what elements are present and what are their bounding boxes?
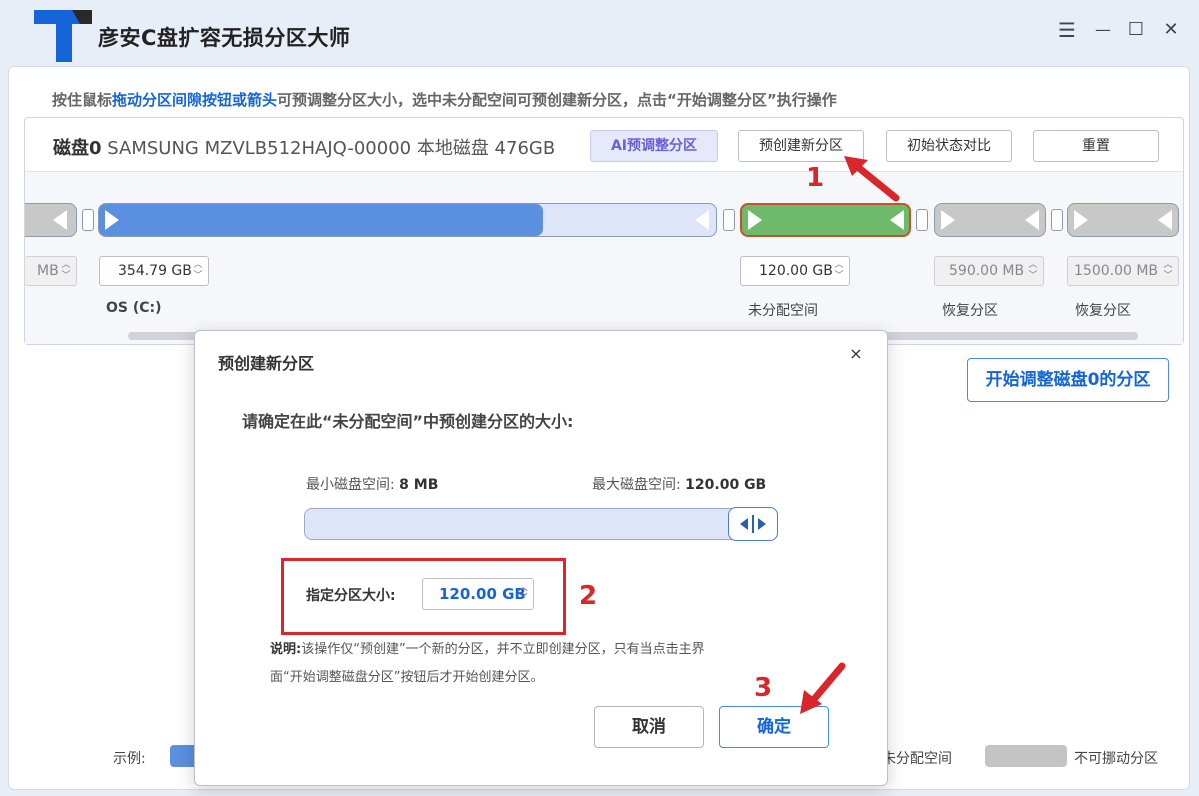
partition-bar-os[interactable]	[98, 203, 717, 237]
spinner-icon: ︿ ﹀	[61, 260, 71, 281]
instruction-suffix: 可预调整分区大小，选中未分配空间可预创建新分区，点击“开始调整分区”执行操作	[277, 91, 837, 109]
size-slider-track[interactable]	[304, 508, 778, 540]
partition-size-value: 120.00 GB	[759, 263, 833, 279]
instruction-text: 按住鼠标拖动分区间隙按钮或箭头可预调整分区大小，选中未分配空间可预创建新分区，点…	[52, 89, 837, 110]
resize-left-icon[interactable]	[53, 210, 67, 230]
maximize-icon[interactable]: ☐	[1123, 16, 1149, 44]
step-marker-1: 1	[806, 163, 825, 193]
partition-size-field-value: 120.00 GB	[439, 585, 526, 603]
menu-icon[interactable]: ☰	[1054, 16, 1080, 44]
disk-label: 磁盘0 SAMSUNG MZVLB512HAJQ-00000 本地磁盘 476G…	[53, 134, 555, 160]
partition-size-input: 1500.00 MB ︿ ﹀	[1067, 256, 1179, 286]
reset-button[interactable]: 重置	[1033, 130, 1159, 162]
partition-size-value: 590.00 MB	[949, 263, 1025, 279]
resize-left-icon[interactable]	[890, 210, 904, 230]
partition-label-recovery-1: 恢复分区	[942, 303, 998, 319]
spinner-icon[interactable]: ︿ ﹀	[192, 260, 204, 282]
partition-size-value: MB	[37, 263, 59, 279]
partition-used-fill	[99, 204, 544, 236]
minimize-icon[interactable]: —	[1090, 16, 1116, 44]
gap-handle[interactable]	[82, 209, 94, 231]
spinner-icon: ︿ ﹀	[1163, 260, 1173, 281]
legend-label: 示例:	[113, 751, 146, 767]
spinner-icon[interactable]: ︿ ﹀	[833, 260, 845, 282]
partition-bar-left[interactable]	[25, 203, 77, 237]
note-line-2: 面“开始调整磁盘分区”按钮后才开始创建分区。	[270, 670, 544, 685]
partition-size-input: 590.00 MB ︿ ﹀	[934, 256, 1044, 286]
step-marker-3: 3	[754, 673, 773, 703]
max-space-label: 最大磁盘空间:	[592, 477, 681, 493]
red-arrow-icon	[844, 156, 900, 202]
instruction-highlight: 拖动分区间隙按钮或箭头	[112, 91, 278, 109]
resize-left-icon[interactable]	[1158, 210, 1172, 230]
legend-swatch-immovable	[985, 745, 1067, 767]
gap-handle[interactable]	[723, 209, 735, 231]
app-logo	[34, 10, 92, 62]
step-marker-2: 2	[579, 581, 598, 611]
resize-left-icon[interactable]	[695, 210, 709, 230]
slider-drag-icon	[740, 515, 766, 533]
partition-size-field[interactable]: 120.00 GB ︿ ﹀	[422, 578, 534, 610]
disk-name: 磁盘0	[53, 138, 102, 159]
min-space-value: 8 MB	[399, 477, 439, 493]
partition-size-value: 1500.00 MB	[1074, 263, 1159, 279]
max-space: 最大磁盘空间: 120.00 GB	[592, 474, 766, 494]
instruction-prefix: 按住鼠标	[52, 91, 113, 109]
partition-size-input[interactable]: 354.79 GB ︿ ﹀	[99, 256, 209, 286]
ai-adjust-button[interactable]: AI预调整分区	[590, 130, 718, 162]
partition-bar-recovery-1[interactable]	[934, 203, 1046, 237]
disk-info: SAMSUNG MZVLB512HAJQ-00000 本地磁盘 476GB	[107, 138, 556, 159]
legend-immovable: 不可挪动分区	[1074, 751, 1158, 767]
min-space: 最小磁盘空间: 8 MB	[306, 474, 438, 494]
resize-left-icon[interactable]	[1025, 210, 1039, 230]
dialog-question: 请确定在此“未分配空间”中预创建分区的大小:	[242, 412, 574, 431]
max-space-value: 120.00 GB	[685, 477, 767, 493]
note-label: 说明:	[270, 642, 302, 657]
divider	[25, 171, 1183, 172]
partition-bar-recovery-2[interactable]	[1067, 203, 1179, 237]
spinner-icon: ︿ ﹀	[1028, 260, 1038, 281]
compare-initial-button[interactable]: 初始状态对比	[886, 130, 1012, 162]
gap-handle[interactable]	[1051, 209, 1063, 231]
size-slider-knob[interactable]	[728, 507, 778, 541]
cancel-button[interactable]: 取消	[594, 706, 704, 748]
resize-right-icon[interactable]	[748, 210, 762, 230]
spinner-icon[interactable]: ︿ ﹀	[517, 583, 529, 605]
red-arrow-icon	[800, 662, 846, 714]
partition-bar-unallocated[interactable]	[740, 203, 911, 237]
legend-unallocated: 未分配空间	[882, 751, 952, 767]
resize-right-icon[interactable]	[105, 210, 119, 230]
partition-label-os: OS (C:)	[106, 300, 162, 316]
resize-right-icon[interactable]	[941, 210, 955, 230]
partition-size-input[interactable]: 120.00 GB ︿ ﹀	[740, 256, 850, 286]
close-icon[interactable]: ✕	[1158, 16, 1184, 44]
resize-right-icon[interactable]	[1074, 210, 1088, 230]
note-line-1: 该操作仅“预创建”一个新的分区，并不立即创建分区，只有当点击主界	[301, 642, 705, 657]
partition-size-input: MB ︿ ﹀	[25, 256, 77, 286]
min-space-label: 最小磁盘空间:	[306, 477, 395, 493]
size-label: 指定分区大小:	[306, 588, 396, 604]
dialog-title: 预创建新分区	[218, 354, 315, 373]
app-title: 彦安C盘扩容无损分区大师	[98, 26, 351, 50]
dialog-close-icon[interactable]: ×	[846, 344, 866, 366]
partition-label-recovery-2: 恢复分区	[1075, 303, 1131, 319]
partition-label-unallocated: 未分配空间	[748, 303, 818, 319]
dialog-note: 说明:该操作仅“预创建”一个新的分区，并不立即创建分区，只有当点击主界 面“开始…	[270, 636, 810, 692]
partition-size-value: 354.79 GB	[118, 263, 192, 279]
gap-handle[interactable]	[916, 209, 928, 231]
start-adjust-button[interactable]: 开始调整磁盘0的分区	[967, 358, 1169, 402]
